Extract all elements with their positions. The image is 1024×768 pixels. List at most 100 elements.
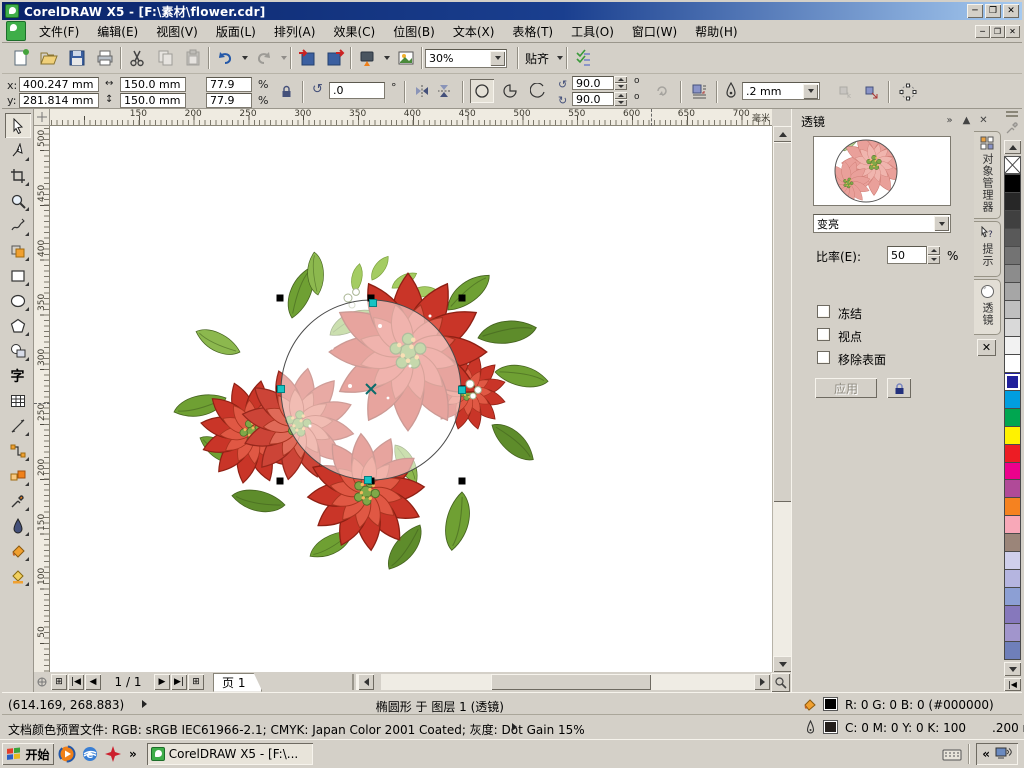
quick-pan-button[interactable] [771, 673, 790, 692]
task-button-coreldraw[interactable]: CorelDRAW X5 - [F:\... [147, 743, 313, 765]
color-swatch[interactable] [1004, 552, 1021, 570]
docker-close-icon[interactable]: ✕ [976, 113, 991, 127]
ellipse-tool[interactable] [5, 288, 31, 313]
maximize-button[interactable]: ❐ [985, 4, 1001, 18]
close-button[interactable]: ✕ [1003, 4, 1019, 18]
outline-width-dropdown-icon[interactable] [803, 84, 818, 99]
zoom-tool[interactable] [5, 188, 31, 213]
options-icon[interactable] [570, 46, 596, 70]
zoom-level-combo[interactable]: 30% [425, 49, 507, 68]
ellipse-mode-button[interactable] [470, 79, 494, 103]
wrap-text-button[interactable] [688, 80, 710, 102]
outline-width-combo[interactable]: .2 mm [742, 82, 820, 100]
vertical-scrollbar[interactable] [772, 126, 791, 672]
outline-pen-tool[interactable] [5, 513, 31, 538]
docker-flyout-icon[interactable]: » [942, 113, 957, 127]
menu-item[interactable]: 文本(X) [444, 20, 504, 43]
smart-fill-tool[interactable] [5, 238, 31, 263]
media-player-icon[interactable] [57, 744, 77, 764]
lock-ratio-button[interactable] [277, 82, 296, 101]
next-page-button[interactable]: ▶ [154, 674, 170, 690]
doc-close-button[interactable]: ✕ [1005, 25, 1020, 38]
viewpoint-checkbox[interactable] [817, 328, 830, 341]
snap-dropdown-icon[interactable] [555, 46, 564, 70]
remove-face-checkbox[interactable] [817, 351, 830, 364]
to-curve-button[interactable]: k [834, 81, 855, 102]
arc-end-spinner[interactable] [614, 92, 627, 106]
color-swatch[interactable] [1004, 265, 1021, 283]
zoom-dropdown-icon[interactable] [490, 51, 505, 66]
menu-item[interactable]: 效果(C) [324, 20, 384, 43]
add-page-end-button[interactable]: ⊞ [188, 674, 204, 690]
profile-flyout-icon[interactable] [512, 723, 517, 731]
color-swatch[interactable] [1004, 427, 1021, 445]
object-width-field[interactable]: 150.0 mm [120, 77, 186, 92]
color-swatch[interactable] [1004, 498, 1021, 516]
color-swatch[interactable] [1004, 193, 1021, 211]
ellipse-nodes-button[interactable] [896, 80, 920, 104]
color-swatch[interactable] [1004, 409, 1021, 427]
pick-tool[interactable] [5, 113, 31, 138]
mirror-vertical-button[interactable] [434, 81, 454, 101]
dimension-tool[interactable] [5, 413, 31, 438]
polygon-tool[interactable] [5, 313, 31, 338]
menu-item[interactable]: 帮助(H) [686, 20, 746, 43]
menu-item[interactable]: 版面(L) [207, 20, 265, 43]
drawing-scale-icon[interactable] [34, 674, 50, 690]
scroll-up-button[interactable] [773, 126, 792, 142]
lock-button[interactable] [887, 378, 911, 398]
pie-mode-button[interactable] [498, 79, 522, 103]
red-app-icon[interactable] [103, 744, 123, 764]
color-swatch[interactable] [1004, 534, 1021, 552]
color-swatch[interactable] [1004, 588, 1021, 606]
app-icon[interactable] [5, 4, 19, 18]
arc-end-angle-field[interactable]: 90.0 [572, 92, 614, 106]
text-tool[interactable]: 字 [5, 363, 31, 388]
no-color-swatch[interactable] [1004, 156, 1021, 174]
explorer-icon[interactable]: e [80, 744, 100, 764]
paste-icon[interactable] [180, 46, 206, 70]
convert-to-curves-button[interactable] [860, 81, 881, 102]
color-swatch[interactable] [1004, 373, 1021, 391]
color-swatch[interactable] [1004, 283, 1021, 301]
change-direction-button[interactable] [652, 81, 672, 101]
interactive-fill-tool[interactable] [5, 563, 31, 588]
cut-icon[interactable] [124, 46, 150, 70]
color-swatch[interactable] [1004, 642, 1021, 660]
quick-launch-more-icon[interactable]: » [129, 747, 137, 761]
basic-shapes-tool[interactable] [5, 338, 31, 363]
arc-mode-button[interactable] [526, 79, 550, 103]
palette-eyedropper-icon[interactable] [1005, 119, 1019, 138]
scroll-left-button[interactable] [358, 674, 374, 690]
color-swatch[interactable] [1004, 319, 1021, 337]
save-icon[interactable] [64, 46, 90, 70]
connector-tool[interactable] [5, 438, 31, 463]
horizontal-ruler[interactable]: 150200250300350400450500550600650700 毫米 [50, 109, 772, 126]
color-swatch[interactable] [1004, 229, 1021, 247]
open-icon[interactable] [36, 46, 62, 70]
undo-dropdown-icon[interactable] [240, 46, 249, 70]
lens-type-select[interactable]: 变亮 [813, 214, 951, 233]
keyboard-icon[interactable] [942, 747, 962, 761]
drawing-canvas[interactable] [50, 126, 772, 672]
rate-field[interactable]: 50 [887, 246, 927, 264]
snap-to-button[interactable]: 贴齐 [521, 50, 553, 67]
lens-type-dropdown-icon[interactable] [934, 216, 949, 231]
scale-x-field[interactable]: 77.9 [206, 77, 252, 92]
application-launcher-icon[interactable] [354, 46, 380, 70]
previous-page-button[interactable]: ◀ [85, 674, 101, 690]
volume-monitor-icon[interactable] [994, 746, 1012, 762]
frozen-checkbox[interactable] [817, 305, 830, 318]
menu-item[interactable]: 编辑(E) [88, 20, 147, 43]
launcher-dropdown-icon[interactable] [382, 46, 391, 70]
add-page-start-button[interactable]: ⊞ [51, 674, 67, 690]
export-icon[interactable] [322, 46, 348, 70]
redo-dropdown-icon[interactable] [279, 46, 288, 70]
last-page-button[interactable]: ▶| [171, 674, 187, 690]
docker-rollup-icon[interactable]: ▲ [959, 113, 974, 127]
crop-tool[interactable] [5, 163, 31, 188]
color-swatch[interactable] [1004, 570, 1021, 588]
color-swatch[interactable] [1004, 174, 1021, 193]
freehand-tool[interactable] [5, 213, 31, 238]
arc-start-angle-field[interactable]: 90.0 [572, 76, 614, 90]
